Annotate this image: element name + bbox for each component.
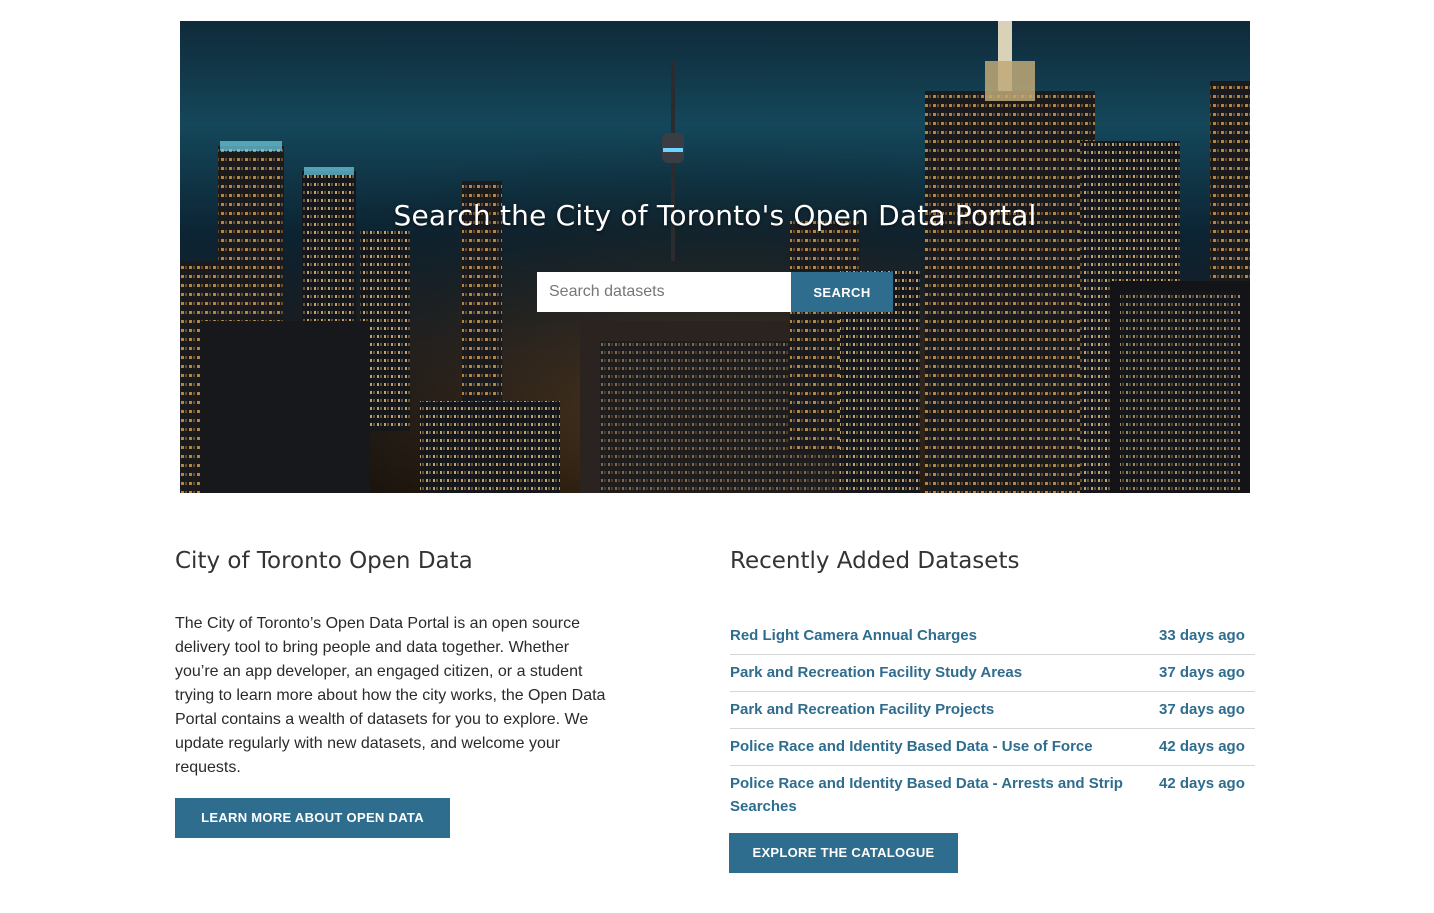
dataset-age: 42 days ago: [1159, 775, 1245, 792]
dataset-list: Red Light Camera Annual Charges 33 days …: [730, 618, 1255, 825]
dataset-age: 42 days ago: [1159, 738, 1245, 755]
hero-banner: Search the City of Toronto's Open Data P…: [180, 21, 1250, 493]
dataset-link[interactable]: Police Race and Identity Based Data - Ar…: [730, 772, 1130, 818]
list-item: Police Race and Identity Based Data - Us…: [730, 729, 1255, 766]
about-section: City of Toronto Open Data The City of To…: [175, 548, 615, 838]
hero-title: Search the City of Toronto's Open Data P…: [393, 199, 1037, 232]
dataset-age: 37 days ago: [1159, 664, 1245, 681]
recent-heading: Recently Added Datasets: [730, 548, 1020, 574]
dataset-age: 33 days ago: [1159, 627, 1245, 644]
city-skyline-image: [180, 21, 1250, 493]
list-item: Red Light Camera Annual Charges 33 days …: [730, 618, 1255, 655]
learn-more-button[interactable]: LEARN MORE ABOUT OPEN DATA: [175, 798, 450, 838]
list-item: Park and Recreation Facility Projects 37…: [730, 692, 1255, 729]
recent-datasets-section: Recently Added Datasets Red Light Camera…: [729, 548, 1255, 873]
search-bar: SEARCH: [537, 272, 893, 312]
about-body: The City of Toronto’s Open Data Portal i…: [175, 615, 606, 776]
about-heading: City of Toronto Open Data: [175, 548, 473, 574]
explore-catalogue-button[interactable]: EXPLORE THE CATALOGUE: [729, 833, 958, 873]
dataset-link[interactable]: Police Race and Identity Based Data - Us…: [730, 735, 1130, 758]
dataset-link[interactable]: Park and Recreation Facility Study Areas: [730, 661, 1130, 684]
dataset-link[interactable]: Red Light Camera Annual Charges: [730, 624, 1130, 647]
list-item: Police Race and Identity Based Data - Ar…: [730, 766, 1255, 825]
dataset-link[interactable]: Park and Recreation Facility Projects: [730, 698, 1130, 721]
search-input[interactable]: [537, 272, 791, 312]
list-item: Park and Recreation Facility Study Areas…: [730, 655, 1255, 692]
search-button[interactable]: SEARCH: [791, 272, 893, 312]
dataset-age: 37 days ago: [1159, 701, 1245, 718]
